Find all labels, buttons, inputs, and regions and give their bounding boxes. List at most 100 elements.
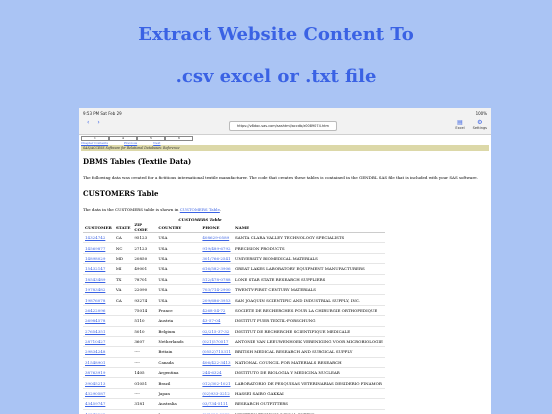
phone-link[interactable]: (02)933-3212: [200, 388, 233, 400]
customer-id-link[interactable]: 46543295: [83, 409, 114, 414]
sas-banner: SAS/ACCESS Software for Relational Datab…: [81, 145, 489, 151]
column-header: ZIP CODE: [132, 222, 157, 233]
table-cell: TWENTY-FIRST CENTURY MATERIALS: [232, 284, 385, 296]
customer-id-link[interactable]: 27654351: [83, 326, 114, 337]
settings-button[interactable]: ⚙ Settings: [472, 120, 487, 131]
table-cell: Brazil: [156, 377, 201, 389]
url-bar[interactable]: https://v8doc.sas.com/sashtml/accdb/z008…: [229, 121, 337, 131]
customer-id-link[interactable]: 29834248: [83, 346, 114, 358]
table-row: 29834248 ---- Britain (0552)715311 BRITISH M…: [83, 346, 385, 358]
table-row: 18543489 TX 78701 USA 512/478-0788 LONE STAR …: [83, 274, 385, 285]
customer-id-link[interactable]: 15432147: [83, 263, 114, 275]
column-header: STATE: [113, 222, 133, 233]
phone-link[interactable]: 408629-0589: [200, 232, 233, 244]
table-cell: 49001: [132, 263, 157, 275]
arrow-left-icon[interactable]: ‹: [87, 120, 89, 126]
table-row: 27654351 5010 Belgium 02/215-37-32 INSTITUT …: [83, 326, 385, 337]
section-text: The data in the CUSTOMERS table is shown…: [83, 207, 179, 212]
table-cell: USA: [156, 284, 201, 296]
phone-link[interactable]: 03/734-5111: [200, 398, 233, 410]
phone-link[interactable]: 244-6324: [200, 367, 233, 379]
customer-id-link[interactable]: 14324742: [83, 232, 114, 244]
table-cell: [113, 388, 133, 400]
table-cell: ----: [132, 346, 157, 358]
table-cell: Japan: [156, 409, 201, 414]
phone-link[interactable]: 616/582-3906: [200, 263, 233, 275]
column-header: PHONE: [200, 222, 233, 233]
section-end: .: [219, 207, 222, 212]
phone-link[interactable]: 406/422-3413: [200, 357, 233, 369]
excel-button[interactable]: ▤ Excel: [455, 120, 465, 131]
phone-link[interactable]: 703/714-2900: [200, 284, 233, 296]
table-cell: Netherlands: [156, 336, 201, 348]
table-row: 28710427 3607 Netherlands (021)570517 ANTONI…: [83, 336, 385, 348]
phone-link[interactable]: (021)570517: [200, 336, 233, 348]
table-cell: CA: [113, 232, 133, 244]
table-cell: ----: [132, 357, 157, 369]
excel-label: Excel: [455, 126, 465, 130]
phone-link[interactable]: 4268-54-72: [200, 305, 233, 317]
sas-tab[interactable]: 6: [165, 136, 193, 141]
table-row: 15432147 MI 49001 USA 616/582-3906 GREAT LAKE…: [83, 263, 385, 275]
table-cell: [113, 367, 133, 379]
customer-id-link[interactable]: 14898029: [83, 253, 114, 265]
phone-link[interactable]: 012/302-1021: [200, 377, 233, 389]
previous-link[interactable]: Previous: [124, 141, 137, 145]
phone-link[interactable]: 919/489-6792: [200, 242, 233, 254]
customer-id-link[interactable]: 14569877: [83, 242, 114, 254]
table-cell: 78701: [132, 274, 157, 285]
table-row: 43290587 ---- Japan (02)933-3212 HASSEI SAIB…: [83, 388, 385, 400]
table-cell: USA: [156, 274, 201, 285]
table-cell: LABORATORIO DE PESQUISAS VETERINARIAS DE…: [232, 377, 385, 389]
table-cell: TX: [113, 274, 133, 285]
customer-id-link[interactable]: 26984578: [83, 315, 114, 327]
chapter-contents-link[interactable]: Chapter Contents: [81, 141, 108, 145]
customer-id-link[interactable]: 43459747: [83, 398, 114, 410]
table-cell: Australia: [156, 398, 201, 410]
table-cell: ANTONIE VAN LEEUWENHOEK VERENIGING VOOR …: [232, 336, 385, 348]
table-cell: GREAT LAKES LABORATORY EQUIPMENT MANUFAC…: [232, 263, 385, 275]
sas-header: 1 4 5 6 Chapter Contents Previous Next: [81, 136, 489, 145]
status-time: 9:53 PM Sat Feb 29: [83, 110, 122, 116]
table-cell: [113, 377, 133, 389]
table-cell: VA: [113, 284, 133, 296]
phone-link[interactable]: 301/766-2541: [200, 253, 233, 265]
customers-table-link[interactable]: CUSTOMERS Table: [180, 207, 220, 212]
table-cell: 27123: [132, 242, 157, 254]
table-cell: [113, 398, 133, 410]
section-paragraph: The data in the CUSTOMERS table is shown…: [83, 207, 489, 212]
headline-line-1: Extract Website Content To: [138, 24, 414, 45]
table-cell: 5010: [132, 326, 157, 337]
settings-label: Settings: [472, 126, 487, 130]
arrow-right-icon[interactable]: ›: [97, 120, 99, 126]
customer-id-link[interactable]: 26422096: [83, 305, 114, 317]
customer-id-link[interactable]: 31548901: [83, 357, 114, 369]
phone-link[interactable]: 512/478-0788: [200, 274, 233, 285]
phone-link[interactable]: 43-57-04: [200, 315, 233, 327]
table-cell: RESEARCH OUTFITTERS: [232, 398, 385, 410]
phone-link[interactable]: 02/215-37-32: [200, 326, 233, 337]
phone-link[interactable]: (0552)715311: [200, 346, 233, 358]
customer-id-link[interactable]: 28710427: [83, 336, 114, 348]
sas-tab[interactable]: 5: [137, 136, 165, 141]
table-cell: WESTERN TECHNOLOGICAL SUPPLY: [232, 409, 385, 414]
phone-link[interactable]: (03)022-2332: [200, 409, 233, 414]
customer-id-link[interactable]: 18543489: [83, 274, 114, 285]
customer-id-link[interactable]: 43290587: [83, 388, 114, 400]
next-link[interactable]: Next: [153, 141, 160, 145]
table-row: 26422096 75014 France 4268-54-72 SOCIETE DE …: [83, 305, 385, 317]
table-cell: [113, 305, 133, 317]
phone-link[interactable]: 209/686-3953: [200, 294, 233, 306]
table-cell: MI: [113, 263, 133, 275]
column-header: COUNTRY: [156, 222, 201, 233]
customer-id-link[interactable]: 38763919: [83, 367, 114, 379]
table-cell: [113, 357, 133, 369]
customer-id-link[interactable]: 39045213: [83, 377, 114, 389]
table-row: 14324742 CA 95123 USA 408629-0589 SANTA CLARA…: [83, 232, 385, 244]
customer-id-link[interactable]: 19876078: [83, 294, 114, 306]
table-cell: [113, 326, 133, 337]
status-battery: 100%: [475, 110, 487, 116]
table-row: 43459747 3181 Australia 03/734-5111 RESEARCH…: [83, 398, 385, 410]
table-cell: 93274: [132, 294, 157, 306]
customer-id-link[interactable]: 19783482: [83, 284, 114, 296]
